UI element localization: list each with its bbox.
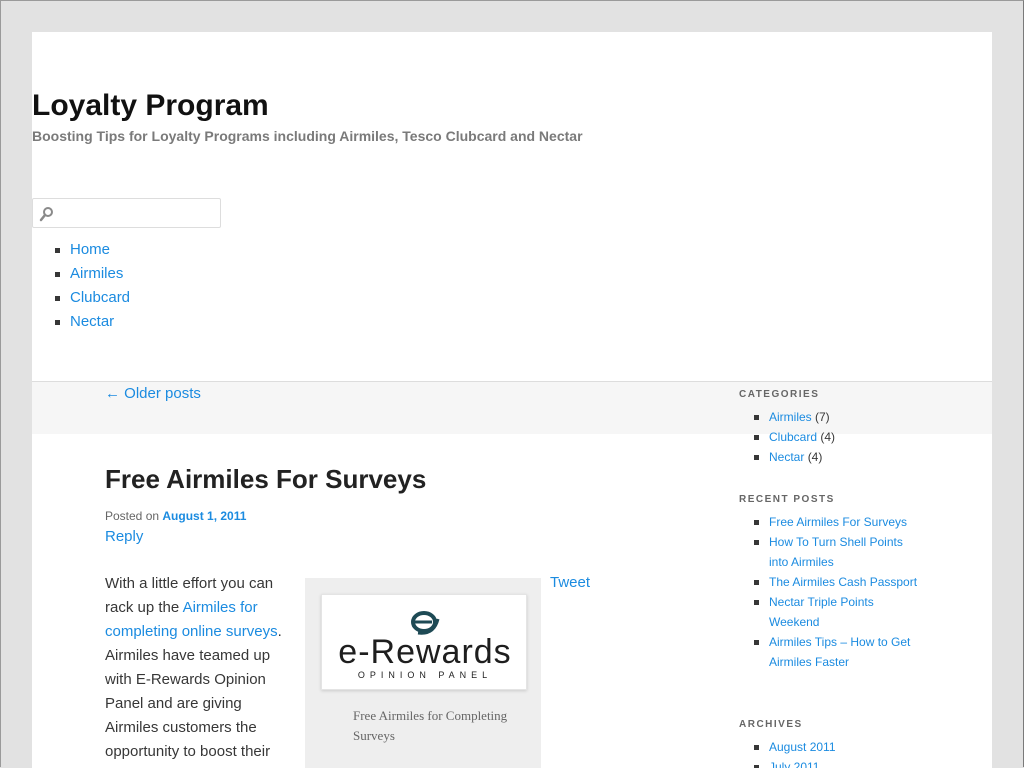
category-count: (4) xyxy=(820,430,836,444)
site-title-link[interactable]: Loyalty Program xyxy=(32,89,269,122)
reply-link[interactable]: Reply xyxy=(105,526,143,548)
recent-posts-title: Recent Posts xyxy=(739,494,835,505)
recent-post-item: Airmiles Tips – How to Get Airmiles Fast… xyxy=(739,632,924,672)
site-description: Boosting Tips for Loyalty Programs inclu… xyxy=(32,128,583,144)
post-date-link[interactable]: August 1, 2011 xyxy=(162,509,246,523)
image-caption: Free Airmiles for Completing Surveys xyxy=(353,708,508,743)
category-count: (4) xyxy=(807,450,823,464)
search-box[interactable] xyxy=(32,198,221,228)
main-menu: Home Airmiles Clubcard Nectar xyxy=(32,238,130,334)
category-item: Airmiles (7) xyxy=(739,407,924,427)
category-item: Clubcard (4) xyxy=(739,427,924,447)
recent-post-item: The Airmiles Cash Passport xyxy=(739,572,924,592)
menu-link-airmiles[interactable]: Airmiles xyxy=(70,265,123,282)
post-body: With a little effort you can rack up the… xyxy=(105,572,285,764)
archive-item: August 2011 xyxy=(739,737,924,757)
category-item: Nectar (4) xyxy=(739,447,924,467)
recent-post-link[interactable]: Free Airmiles For Surveys xyxy=(769,515,907,529)
recent-post-item: Free Airmiles For Surveys xyxy=(739,512,924,532)
category-link-nectar[interactable]: Nectar xyxy=(769,450,804,464)
recent-post-link[interactable]: Airmiles Tips – How to Get Airmiles Fast… xyxy=(769,635,910,669)
menu-link-nectar[interactable]: Nectar xyxy=(70,313,114,330)
archives-list: August 2011 July 2011 xyxy=(739,737,924,768)
older-posts-link[interactable]: ← Older posts xyxy=(105,383,201,405)
post-meta: Posted on August 1, 2011 xyxy=(105,507,246,525)
e-rewards-logo-image[interactable]: e-Rewards OPINION PANEL xyxy=(321,594,527,690)
search-input[interactable] xyxy=(57,202,219,226)
menu-item-clubcard: Clubcard xyxy=(32,286,130,310)
recent-post-link[interactable]: How To Turn Shell Points into Airmiles xyxy=(769,535,903,569)
logo-subtext: OPINION PANEL xyxy=(357,670,493,680)
archives-title: Archives xyxy=(739,719,803,730)
menu-item-home: Home xyxy=(32,238,130,262)
recent-post-link[interactable]: Nectar Triple Points Weekend xyxy=(769,595,874,629)
image-caption-box: e-Rewards OPINION PANEL Free Airmiles fo… xyxy=(305,578,541,768)
categories-list: Airmiles (7) Clubcard (4) Nectar (4) xyxy=(739,407,924,467)
posted-on-label: Posted on xyxy=(105,509,163,523)
category-link-airmiles[interactable]: Airmiles xyxy=(769,410,812,424)
search-icon xyxy=(39,207,53,222)
post-text-continued: . Airmiles have teamed up with E-Rewards… xyxy=(105,623,282,760)
recent-post-link[interactable]: The Airmiles Cash Passport xyxy=(769,575,917,589)
tweet-button[interactable]: Tweet xyxy=(550,572,590,594)
category-count: (7) xyxy=(815,410,830,424)
recent-posts-list: Free Airmiles For Surveys How To Turn Sh… xyxy=(739,512,924,672)
archive-link[interactable]: July 2011 xyxy=(769,760,819,768)
menu-link-clubcard[interactable]: Clubcard xyxy=(70,289,130,306)
category-link-clubcard[interactable]: Clubcard xyxy=(769,430,817,444)
archive-item: July 2011 xyxy=(739,757,924,768)
post-title-link[interactable]: Free Airmiles For Surveys xyxy=(105,464,426,494)
recent-post-item: Nectar Triple Points Weekend xyxy=(739,592,924,632)
categories-title: Categories xyxy=(739,389,820,400)
logo-wordmark: e-Rewards xyxy=(338,633,512,671)
menu-link-home[interactable]: Home xyxy=(70,241,110,258)
recent-post-item: How To Turn Shell Points into Airmiles xyxy=(739,532,924,572)
site-title[interactable]: Loyalty Program xyxy=(32,86,269,126)
menu-item-airmiles: Airmiles xyxy=(32,262,130,286)
page: Loyalty Program Boosting Tips for Loyalt… xyxy=(32,32,992,768)
menu-item-nectar: Nectar xyxy=(32,310,130,334)
archive-link[interactable]: August 2011 xyxy=(769,740,836,754)
post-title[interactable]: Free Airmiles For Surveys xyxy=(105,462,426,496)
